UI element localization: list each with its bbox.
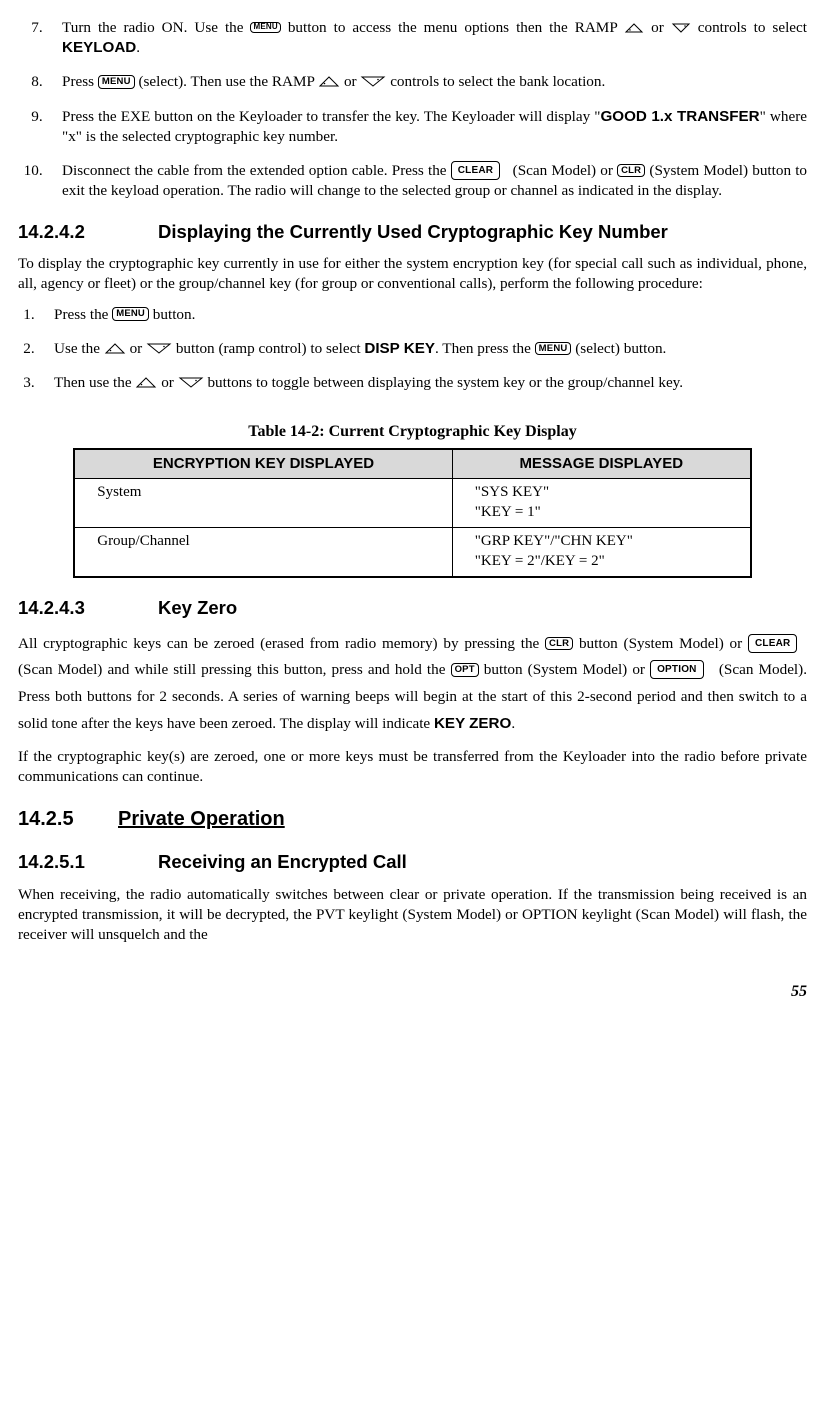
heading-14-2-5: 14.2.5Private Operation [18,806,807,833]
ramp-up-icon [104,343,126,354]
text: button (System Model) or [573,635,748,652]
key-zero-paragraph-2: If the cryptographic key(s) are zeroed, … [18,747,807,787]
clear-button-icon: CLEAR [748,634,797,653]
heading-title: Displaying the Currently Used Cryptograp… [158,221,668,242]
table-caption: Table 14-2: Current Cryptographic Key Di… [18,421,807,442]
text: . [511,715,515,732]
step-b3: Then use the or buttons to toggle betwee… [46,373,807,393]
th-encryption: ENCRYPTION KEY DISPLAYED [74,449,452,478]
text: Then use the [54,374,135,391]
opt-button-icon: OPT [451,663,479,676]
ramp-up-icon [135,377,157,388]
table-row: Group/Channel "GRP KEY"/"CHN KEY" "KEY =… [74,528,751,577]
clr-button-icon: CLR [617,164,645,177]
text: Turn the radio ON. Use the [62,19,250,36]
crypto-key-table: ENCRYPTION KEY DISPLAYED MESSAGE DISPLAY… [73,448,752,578]
text: button to access the menu options then t… [281,19,624,36]
text: Use the [54,340,104,357]
text: or [340,73,360,90]
text: Disconnect the cable from the extended o… [62,162,451,179]
table-header-row: ENCRYPTION KEY DISPLAYED MESSAGE DISPLAY… [74,449,751,478]
heading-14-2-4-2: 14.2.4.2Displaying the Currently Used Cr… [18,220,807,245]
text: (select). Then use the RAMP [135,73,318,90]
key-zero-paragraph-1: All cryptographic keys can be zeroed (er… [18,631,807,737]
step-b2: Use the or button (ramp control) to sele… [46,339,807,359]
receiving-encrypted-paragraph: When receiving, the radio automatically … [18,885,807,946]
step-9: Press the EXE button on the Keyloader to… [54,107,807,147]
procedure-list-a: Turn the radio ON. Use the MENU button t… [18,18,807,202]
th-message: MESSAGE DISPLAYED [452,449,751,478]
ramp-down-icon [146,343,172,354]
option-button-icon: OPTION [650,660,704,679]
td-system: System [74,479,452,528]
text: "KEY = 1" [475,504,541,520]
text: "GRP KEY"/"CHN KEY" [475,533,633,549]
text: . [136,39,140,56]
heading-title: Private Operation [118,808,285,830]
td-group-msg: "GRP KEY"/"CHN KEY" "KEY = 2"/KEY = 2" [452,528,751,577]
text: buttons to toggle between displaying the… [204,374,683,391]
text: or [126,340,146,357]
td-group: Group/Channel [74,528,452,577]
text: All cryptographic keys can be zeroed (er… [18,635,545,652]
text: Press the [54,306,112,323]
td-system-msg: "SYS KEY" "KEY = 1" [452,479,751,528]
text: or [157,374,177,391]
menu-button-icon: MENU [98,75,135,88]
text: button (System Model) or [479,661,650,678]
heading-number: 14.2.5 [18,806,118,833]
disp-key-label: DISP KEY [364,340,435,357]
heading-14-2-5-1: 14.2.5.1Receiving an Encrypted Call [18,850,807,875]
heading-14-2-4-3: 14.2.4.3Key Zero [18,596,807,621]
text: button (ramp control) to select [172,340,364,357]
clr-button-icon: CLR [545,637,573,650]
heading-title: Key Zero [158,597,237,618]
text: Press [62,73,98,90]
procedure-list-b: Press the MENU button. Use the or button… [18,305,807,394]
ramp-down-icon [671,23,691,33]
heading-number: 14.2.4.3 [18,596,158,621]
text: controls to select the bank location. [386,73,605,90]
step-7: Turn the radio ON. Use the MENU button t… [54,18,807,58]
text: or [644,19,671,36]
page-number: 55 [18,981,807,1002]
ramp-up-icon [318,76,340,87]
text: controls to select [691,19,807,36]
good-transfer-label: GOOD 1.x TRANSFER [600,108,759,125]
step-8: Press MENU (select). Then use the RAMP o… [54,72,807,92]
ramp-down-icon [360,76,386,87]
heading-title: Receiving an Encrypted Call [158,851,407,872]
heading-number: 14.2.4.2 [18,220,158,245]
clear-button-icon: CLEAR [451,161,500,180]
text: Press the EXE button on the Keyloader to… [62,108,600,125]
heading-number: 14.2.5.1 [18,850,158,875]
key-zero-label: KEY ZERO [434,715,511,732]
menu-button-icon: MENU [112,307,149,320]
text: . Then press the [435,340,535,357]
text: button. [149,306,195,323]
menu-button-icon: MENU [535,342,572,355]
step-b1: Press the MENU button. [46,305,807,325]
ramp-down-icon [178,377,204,388]
keyload-label: KEYLOAD [62,39,136,56]
ramp-up-icon [624,23,644,33]
menu-button-icon: MENU [250,22,280,33]
text: "KEY = 2"/KEY = 2" [475,553,605,569]
table-row: System "SYS KEY" "KEY = 1" [74,479,751,528]
text: (Scan Model) or [509,162,618,179]
step-10: Disconnect the cable from the extended o… [54,161,807,201]
text: (Scan Model) and while still pressing th… [18,661,451,678]
intro-paragraph: To display the cryptographic key current… [18,254,807,294]
text: "SYS KEY" [475,484,549,500]
text: (select) button. [571,340,666,357]
